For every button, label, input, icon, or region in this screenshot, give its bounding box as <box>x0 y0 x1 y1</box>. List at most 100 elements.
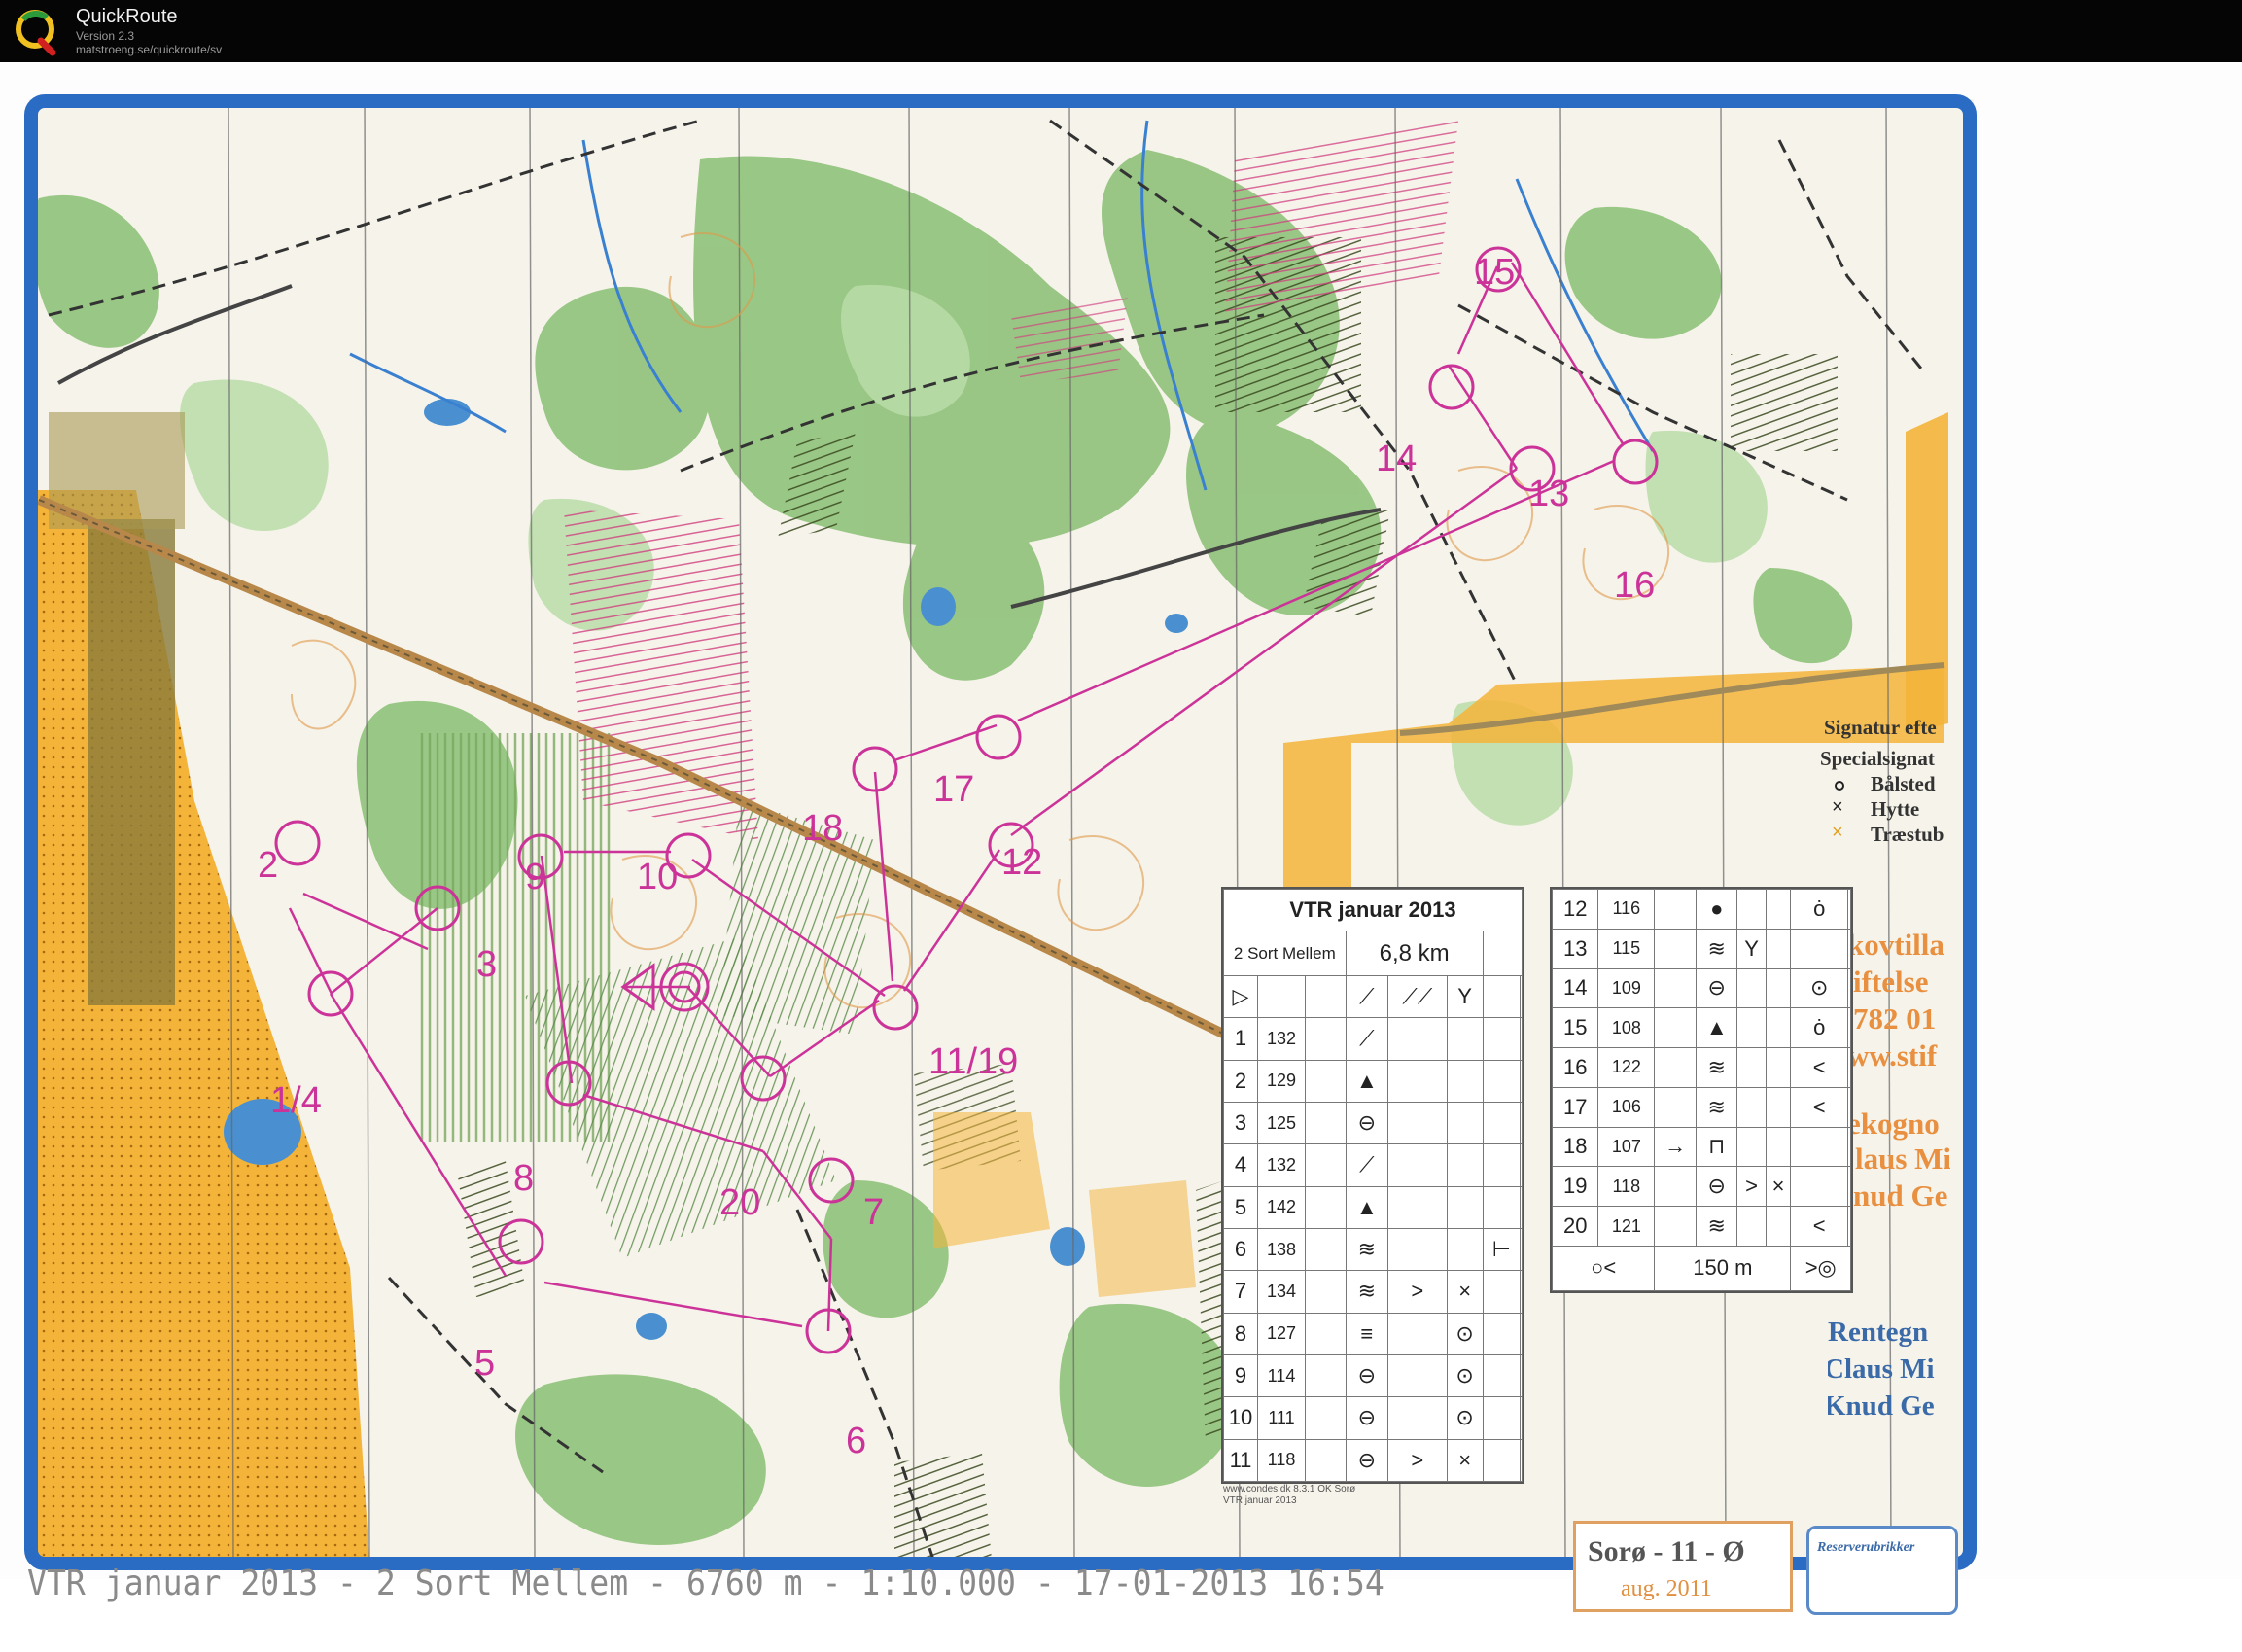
legend-subtitle: Specialsignat <box>1820 747 1935 770</box>
finish-distance: 150 m <box>1654 1245 1792 1292</box>
control-description-right: 12 116 ● ȯ 13 115 ≋ Y 14 109 ⊖ ⊙ 15 108 ▲ ȯ 16 122 ≋ <17 106… <box>1550 887 1853 1293</box>
reserve-label: Reserverubrikker <box>1817 1540 1915 1555</box>
description-symbol-icon: > <box>1387 1270 1448 1314</box>
cd-row-number: 17 <box>1551 1086 1599 1128</box>
cd-row-code: 116 <box>1597 889 1656 930</box>
description-symbol-icon: ● <box>1696 889 1738 930</box>
cd-row: 5 142 ▲ <box>1223 1185 1523 1229</box>
legend-item-3: Træstub <box>1871 823 1944 846</box>
cd-row: 18 107 → ⊓ <box>1551 1126 1852 1168</box>
cd-row: 2 129 ▲ <box>1223 1059 1523 1103</box>
quickroute-logo-icon <box>16 10 56 56</box>
start-symbol-icon: ▷ <box>1223 974 1258 1019</box>
cd-row: 3 125 ⊖ <box>1223 1101 1523 1145</box>
description-symbol-icon: ⊙ <box>1790 967 1848 1009</box>
description-symbol-icon: ≋ <box>1696 1047 1738 1088</box>
description-symbol-icon: ⊙ <box>1446 1312 1484 1355</box>
cd-row: 9 114 ⊖ ⊙ <box>1223 1353 1523 1398</box>
cd-row-code: 127 <box>1257 1312 1306 1355</box>
map-caption: VTR januar 2013 - 2 Sort Mellem - 6760 m… <box>27 1564 1384 1603</box>
cd-row-code: 118 <box>1257 1438 1306 1483</box>
cd-row-code: 121 <box>1597 1206 1656 1247</box>
cd-row: 10 111 ⊖ ⊙ <box>1223 1396 1523 1440</box>
control-label: 12 <box>1001 842 1042 883</box>
description-symbol-icon: ≡ <box>1345 1312 1389 1355</box>
cd-row: 4 132 ⟋ <box>1223 1143 1523 1187</box>
control-label: 5 <box>474 1343 495 1384</box>
cd-row: 12 116 ● ȯ <box>1551 889 1852 930</box>
cd-row-number: 8 <box>1223 1312 1258 1355</box>
cd-row-number: 14 <box>1551 967 1599 1009</box>
cd-row-number: 11 <box>1223 1438 1258 1483</box>
cd-row-number: 20 <box>1551 1206 1599 1247</box>
cd-title: VTR januar 2013 <box>1223 888 1523 932</box>
svg-text:×: × <box>1832 796 1843 818</box>
control-label: 9 <box>525 857 545 897</box>
finish-start-icon: ○< <box>1551 1245 1656 1292</box>
legend-title: Signatur efte <box>1824 716 1937 739</box>
description-symbol-icon: × <box>1446 1438 1484 1483</box>
cd-row-code: 122 <box>1597 1047 1656 1088</box>
description-symbol-icon: × <box>1765 1166 1792 1208</box>
cd-row-number: 6 <box>1223 1227 1258 1272</box>
cd-row: 20 121 ≋ < <box>1551 1206 1852 1247</box>
map-canvas[interactable]: 2 3 1/4 5 6 7 20 8 9 10 11/19 12 17 18 13 14 15 16 × × Si… <box>0 62 2242 1615</box>
credit-line-1: kovtilla <box>1847 928 1944 962</box>
description-symbol-icon: → <box>1654 1126 1698 1168</box>
path-symbol-icon: ⟋ <box>1345 974 1389 1019</box>
control-label: 1/4 <box>270 1080 322 1121</box>
legend-item-1: Bålsted <box>1871 772 1936 795</box>
cd-row-number: 3 <box>1223 1101 1258 1145</box>
description-symbol-icon: ⊖ <box>1345 1396 1389 1440</box>
cd-row-code: 134 <box>1257 1270 1306 1314</box>
cd-row-code: 142 <box>1257 1185 1306 1229</box>
cd-row: 17 106 ≋ < <box>1551 1086 1852 1128</box>
control-label: 14 <box>1376 439 1417 479</box>
control-label: 11/19 <box>928 1041 1018 1082</box>
reserve-box: Reserverubrikker <box>1806 1526 1958 1615</box>
cd-row: 8 127 ≡ ⊙ <box>1223 1312 1523 1355</box>
credit-line-7: nud Ge <box>1853 1178 1948 1213</box>
cd-row-code: 129 <box>1257 1059 1306 1103</box>
credit-line-9: Claus Mi <box>1828 1353 1935 1385</box>
description-symbol-icon: ⟋ <box>1345 1017 1389 1061</box>
cd-row-code: 106 <box>1597 1086 1656 1128</box>
description-symbol-icon: × <box>1446 1270 1484 1314</box>
cd-row-number: 18 <box>1551 1126 1599 1168</box>
description-symbol-icon: ▲ <box>1345 1185 1389 1229</box>
cd-row-number: 9 <box>1223 1353 1258 1398</box>
club-name: Sorø - 11 - Ø <box>1588 1535 1745 1567</box>
description-symbol-icon: > <box>1387 1438 1448 1483</box>
control-label: 6 <box>846 1421 866 1461</box>
cd-row: 1 132 ⟋ <box>1223 1017 1523 1061</box>
control-label: 8 <box>513 1158 534 1199</box>
club-date: aug. 2011 <box>1621 1576 1712 1601</box>
cd-row: 14 109 ⊖ ⊙ <box>1551 967 1852 1009</box>
description-symbol-icon: ⊙ <box>1446 1353 1484 1398</box>
cd-row-number: 15 <box>1551 1007 1599 1049</box>
app-version: Version 2.3 <box>76 29 135 43</box>
control-description-left: VTR januar 2013 2 Sort Mellem 6,8 km ▷ ⟋… <box>1221 887 1524 1506</box>
cd-row-code: 125 <box>1257 1101 1306 1145</box>
app-url: matstroeng.se/quickroute/sv <box>76 43 223 56</box>
cd-row: 15 108 ▲ ȯ <box>1551 1007 1852 1049</box>
description-symbol-icon: ⊢ <box>1482 1227 1522 1272</box>
svg-text:×: × <box>1832 822 1843 843</box>
cd-row: 16 122 ≋ < <box>1551 1047 1852 1088</box>
legend-item-2: Hytte <box>1871 797 1920 821</box>
cd-row-number: 12 <box>1551 889 1599 930</box>
credit-line-10: Knud Ge <box>1828 1390 1935 1422</box>
cd-course: 2 Sort Mellem <box>1223 931 1347 976</box>
description-symbol-icon: < <box>1790 1206 1848 1247</box>
control-label: 20 <box>719 1182 760 1223</box>
control-label: 7 <box>863 1192 884 1233</box>
credit-line-3: 782 01 <box>1853 1002 1937 1036</box>
description-symbol-icon: Y <box>1736 928 1767 969</box>
description-symbol-icon: ≋ <box>1696 928 1738 969</box>
cd-row-number: 4 <box>1223 1143 1258 1187</box>
description-symbol-icon: ȯ <box>1790 1007 1848 1049</box>
cd-row: 7 134 ≋ > × <box>1223 1270 1523 1314</box>
description-symbol-icon: ⊖ <box>1696 1166 1738 1208</box>
app-name: QuickRoute <box>76 6 178 27</box>
credit-line-6: laus Mi <box>1855 1142 1950 1176</box>
